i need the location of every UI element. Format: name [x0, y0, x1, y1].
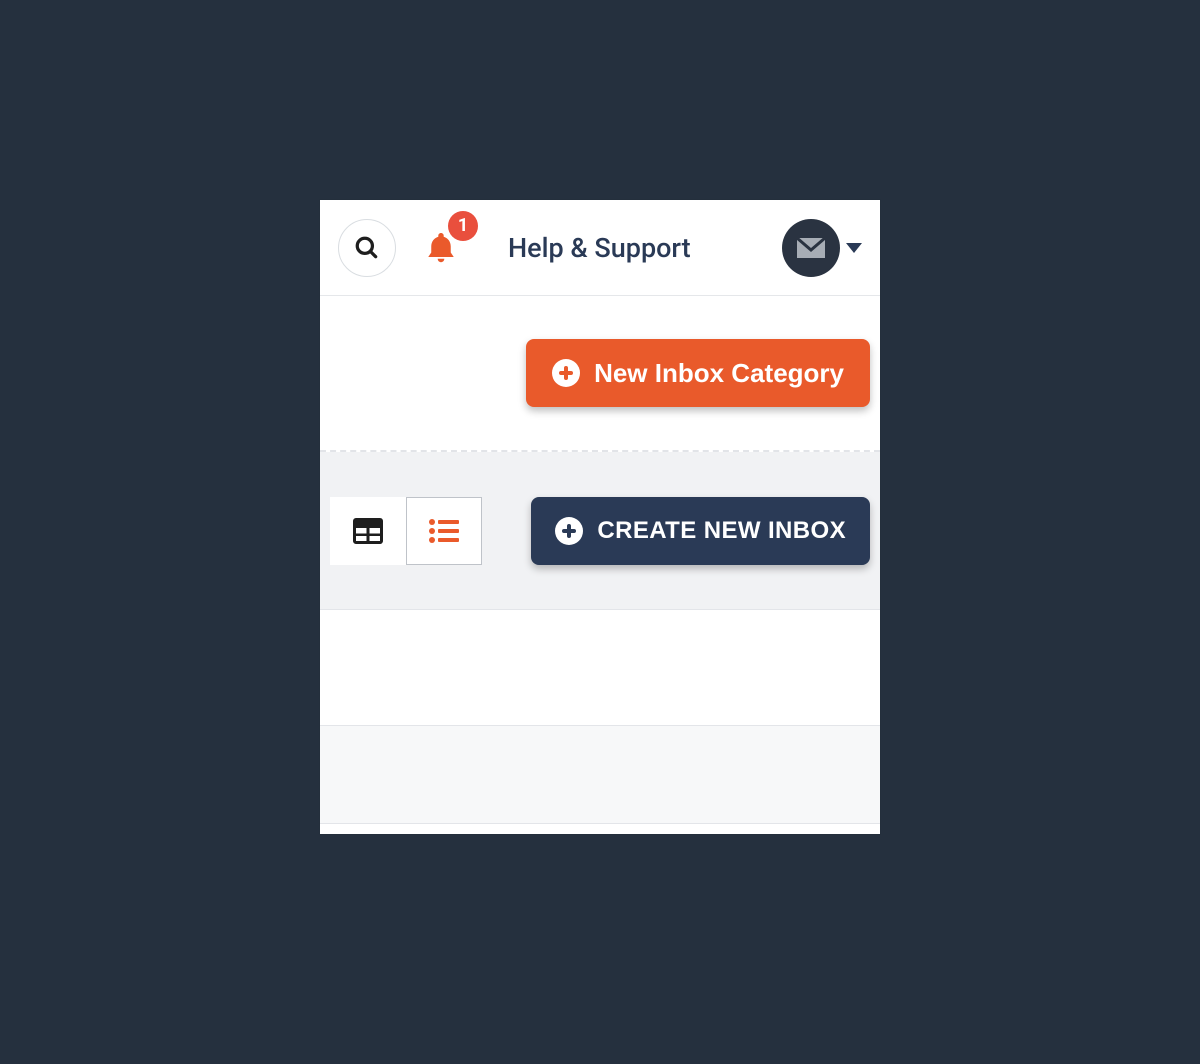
- app-panel: 1 Help & Support New Inbox Category: [320, 200, 880, 834]
- content-row: [320, 610, 880, 726]
- notification-badge: 1: [448, 211, 478, 241]
- content-row: [320, 726, 880, 824]
- search-button[interactable]: [338, 219, 396, 277]
- new-inbox-category-button[interactable]: New Inbox Category: [526, 339, 870, 407]
- plus-circle-icon: [552, 359, 580, 387]
- table-icon: [353, 518, 383, 544]
- help-support-link[interactable]: Help & Support: [508, 232, 691, 264]
- plus-circle-icon: [555, 517, 583, 545]
- mail-icon: [796, 237, 826, 259]
- view-list-button[interactable]: [406, 497, 482, 565]
- avatar: [782, 219, 840, 277]
- header-bar: 1 Help & Support: [320, 200, 880, 296]
- search-icon: [354, 235, 380, 261]
- view-toggle-group: [330, 497, 482, 565]
- category-toolbar: New Inbox Category: [320, 296, 880, 452]
- notifications-button[interactable]: 1: [418, 225, 464, 271]
- button-label: CREATE NEW INBOX: [597, 517, 846, 545]
- chevron-down-icon: [846, 243, 862, 253]
- view-grid-button[interactable]: [330, 497, 406, 565]
- inbox-toolbar: CREATE NEW INBOX: [320, 452, 880, 610]
- list-icon: [429, 519, 459, 543]
- content-row: [320, 824, 880, 834]
- create-new-inbox-button[interactable]: CREATE NEW INBOX: [531, 497, 870, 565]
- button-label: New Inbox Category: [594, 358, 844, 389]
- user-menu[interactable]: [782, 219, 862, 277]
